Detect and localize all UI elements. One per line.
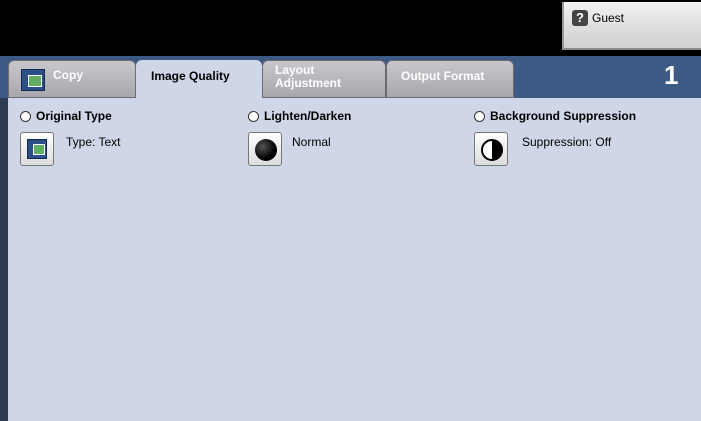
background-suppression-title: Background Suppression	[490, 109, 637, 123]
tab-layout-adjustment-label: Layout Adjustment	[275, 63, 341, 90]
tab-copy-label: Copy	[53, 68, 83, 82]
original-type-value: Type: Text	[66, 135, 121, 149]
left-edge	[0, 98, 8, 421]
original-type-icon	[27, 139, 47, 159]
copy-icon	[21, 69, 45, 91]
background-suppression-radio[interactable]	[474, 111, 485, 122]
content-panel: Original Type Type: Text Lighten/Darken …	[8, 98, 701, 421]
original-type-radio[interactable]	[20, 111, 31, 122]
background-suppression-icon	[481, 139, 503, 161]
copy-counter: 1	[664, 60, 679, 90]
lighten-darken-value: Normal	[292, 135, 331, 149]
tab-output-format-label: Output Format	[401, 69, 485, 83]
background-suppression-button[interactable]	[474, 132, 508, 166]
guest-button[interactable]: Guest	[562, 2, 701, 50]
tab-strip: Copy Image Quality Layout Adjustment Out…	[0, 56, 701, 100]
lighten-darken-radio[interactable]	[248, 111, 259, 122]
tab-layout-adjustment[interactable]: Layout Adjustment	[262, 60, 386, 98]
tab-image-quality-label: Image Quality	[151, 69, 230, 83]
lighten-darken-button[interactable]	[248, 132, 282, 166]
tab-copy[interactable]: Copy	[8, 60, 136, 98]
background-suppression-value: Suppression: Off	[522, 135, 612, 149]
guest-label: Guest	[592, 11, 625, 25]
original-type-title: Original Type	[36, 109, 112, 123]
original-type-button[interactable]	[20, 132, 54, 166]
lighten-darken-title: Lighten/Darken	[264, 109, 352, 123]
lighten-darken-icon	[255, 139, 277, 161]
top-bar: Guest	[0, 0, 701, 56]
help-icon	[572, 10, 588, 26]
tab-image-quality[interactable]: Image Quality	[136, 60, 262, 100]
tab-output-format[interactable]: Output Format	[386, 60, 514, 98]
screen: Guest Copy Image Quality Layout Adjustme…	[0, 0, 701, 421]
